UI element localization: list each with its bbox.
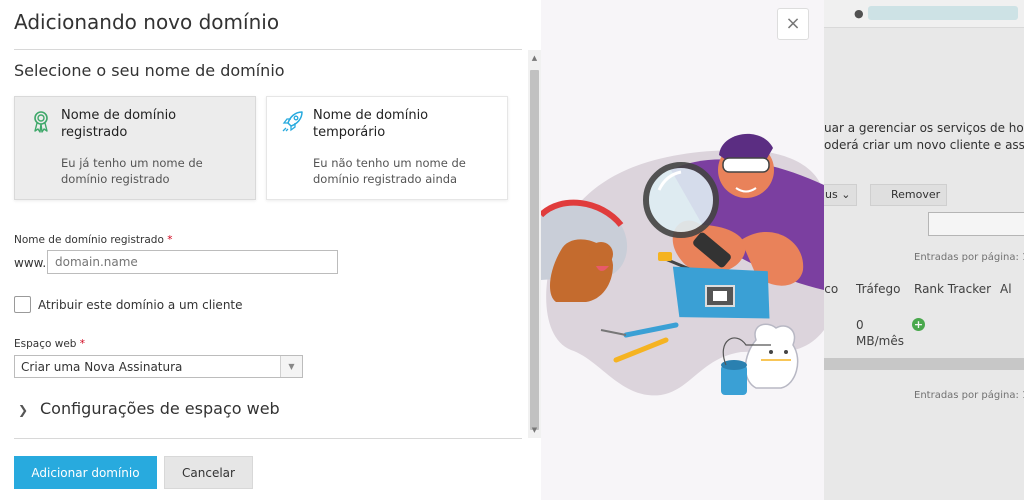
background-overlay [824,0,1024,500]
webspace-select-value: Criar uma Nova Assinatura [21,360,183,374]
expander-label: Configurações de espaço web [40,399,280,418]
modal-scrollbar[interactable]: ▲ ▼ [528,50,541,438]
option-temporary-domain[interactable]: Nome de domínio temporário Eu não tenho … [266,96,508,200]
domain-field-label-text: Nome de domínio registrado [14,234,164,246]
scrollbar-thumb[interactable] [530,70,539,430]
illustration [541,133,824,396]
add-domain-button[interactable]: Adicionar domínio [14,456,157,489]
assign-client-label[interactable]: Atribuir este domínio a um cliente [38,298,243,312]
domain-name-input[interactable] [47,250,338,274]
webspace-settings-expander[interactable]: ❯ Configurações de espaço web [18,399,280,418]
scroll-up-icon[interactable]: ▲ [528,52,541,64]
webspace-label-text: Espaço web [14,338,77,350]
option-registered-domain[interactable]: Nome de domínio registrado Eu já tenho u… [14,96,256,200]
option-description: Eu não tenho um nome de domínio registra… [313,156,466,186]
option-title: Nome de domínio temporário [313,108,429,140]
required-mark: * [167,234,173,246]
webspace-label: Espaço web * [14,338,85,350]
modal-title: Adicionando novo domínio [14,10,280,34]
webspace-select[interactable]: Criar uma Nova Assinatura ▼ [14,355,303,378]
option-description: Eu já tenho um nome de domínio registrad… [61,156,203,186]
illustration-panel [541,0,824,500]
close-icon: × [785,13,801,34]
option-title: Nome de domínio registrado [61,108,177,140]
chevron-right-icon: ❯ [18,403,29,417]
required-mark: * [79,338,86,350]
rocket-icon [282,111,303,132]
chevron-down-icon[interactable]: ▼ [280,356,302,377]
section-heading: Selecione o seu nome de domínio [14,61,285,80]
assign-client-checkbox[interactable] [14,296,31,313]
www-prefix: www. [14,256,47,270]
award-ribbon-icon [34,111,48,133]
add-domain-modal: Adicionando novo domínio Selecione o seu… [0,0,824,500]
cancel-button[interactable]: Cancelar [164,456,253,489]
modal-content: Selecione o seu nome de domínio Nome de … [0,50,528,438]
footer-divider [14,438,522,439]
scroll-down-icon[interactable]: ▼ [528,424,541,436]
close-button[interactable]: × [777,8,809,40]
domain-field-label: Nome de domínio registrado * [14,234,173,246]
